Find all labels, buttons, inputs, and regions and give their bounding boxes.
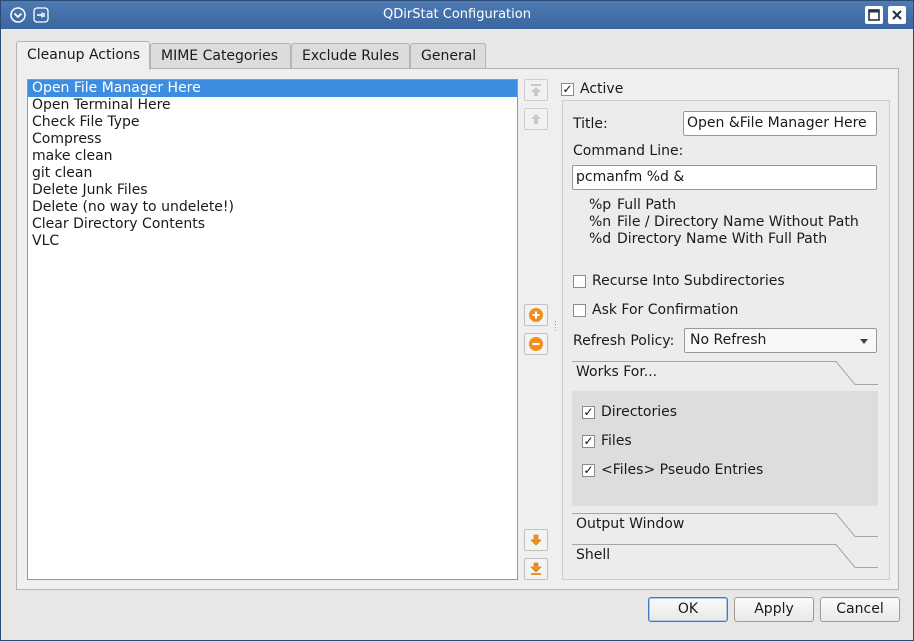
move-up-button[interactable] (524, 108, 548, 130)
tab-mime-categories[interactable]: MIME Categories (150, 43, 291, 69)
confirm-checkbox[interactable]: Ask For Confirmation (573, 302, 738, 318)
list-item[interactable]: make clean (28, 148, 517, 165)
refresh-policy-value: No Refresh (690, 332, 767, 348)
move-to-bottom-icon (530, 562, 542, 575)
move-down-icon (530, 534, 542, 546)
recurse-label: Recurse Into Subdirectories (592, 273, 785, 289)
active-checkbox[interactable]: ✓ Active (561, 79, 623, 99)
checkmark-icon: ✓ (582, 463, 595, 477)
list-item[interactable]: Delete Junk Files (28, 182, 517, 199)
directories-label: Directories (601, 404, 678, 420)
move-down-button[interactable] (524, 529, 548, 551)
move-to-bottom-button[interactable] (524, 558, 548, 580)
window-title: QDirStat Configuration (383, 7, 531, 22)
splitter-handle[interactable] (553, 319, 557, 339)
move-to-top-button[interactable] (524, 79, 548, 101)
title-label: Title: (573, 116, 608, 132)
refresh-policy-label: Refresh Policy: (573, 333, 675, 349)
checkmark-icon: ✓ (582, 405, 595, 419)
ok-button[interactable]: OK (648, 597, 728, 622)
remove-cleanup-button[interactable] (524, 333, 548, 355)
command-line-label: Command Line: (573, 143, 684, 159)
help-line-name: %n File / Directory Name Without Path (589, 214, 859, 230)
tab-cleanup-actions[interactable]: Cleanup Actions (16, 41, 150, 70)
checkbox-box (573, 274, 586, 288)
help-line-dir: %d Directory Name With Full Path (589, 231, 828, 247)
add-cleanup-button[interactable] (524, 304, 548, 326)
list-item[interactable]: Compress (28, 131, 517, 148)
title-field[interactable]: Open &File Manager Here (683, 111, 877, 136)
output-window-header[interactable]: Output Window (572, 513, 878, 537)
move-to-top-icon (531, 84, 541, 96)
checkbox-box (573, 303, 586, 317)
checkmark-icon: ✓ (582, 434, 595, 448)
shell-header[interactable]: Shell (572, 544, 878, 568)
dialog-window: QDirStat Configuration Cleanup Actions M… (0, 0, 914, 641)
list-item[interactable]: Delete (no way to undelete!) (28, 199, 517, 216)
confirm-label: Ask For Confirmation (592, 302, 739, 318)
cleanup-list[interactable]: Open File Manager Here Open Terminal Her… (27, 79, 518, 580)
refresh-policy-select[interactable]: No Refresh (684, 328, 877, 353)
recurse-checkbox[interactable]: Recurse Into Subdirectories (573, 273, 785, 289)
tab-general[interactable]: General (410, 43, 486, 69)
list-item[interactable]: Clear Directory Contents (28, 216, 517, 233)
help-line-path: %p Full Path (589, 197, 677, 213)
title-bar: QDirStat Configuration (1, 1, 913, 29)
cleanup-actions-pane: Open File Manager Here Open Terminal Her… (16, 68, 899, 590)
maximize-button[interactable] (865, 6, 883, 24)
command-line-field[interactable]: pcmanfm %d & (572, 165, 877, 190)
chevron-down-icon (860, 339, 868, 344)
remove-icon (529, 337, 543, 351)
apply-button[interactable]: Apply (734, 597, 814, 622)
checkmark-icon: ✓ (561, 82, 574, 96)
list-item[interactable]: Check File Type (28, 114, 517, 131)
list-item[interactable]: Open File Manager Here (28, 80, 517, 97)
files-label: Files (601, 433, 632, 449)
tab-exclude-rules[interactable]: Exclude Rules (291, 43, 410, 69)
add-icon (529, 308, 543, 322)
pseudo-entries-label: <Files> Pseudo Entries (601, 462, 764, 478)
active-label: Active (580, 81, 624, 97)
cancel-button[interactable]: Cancel (820, 597, 900, 622)
close-button[interactable] (888, 6, 906, 24)
works-for-header[interactable]: Works For... (572, 361, 878, 385)
pseudo-entries-checkbox[interactable]: ✓ <Files> Pseudo Entries (582, 462, 763, 478)
list-item[interactable]: VLC (28, 233, 517, 250)
list-item[interactable]: git clean (28, 165, 517, 182)
files-checkbox[interactable]: ✓ Files (582, 433, 632, 449)
move-up-icon (531, 114, 541, 124)
list-item[interactable]: Open Terminal Here (28, 97, 517, 114)
directories-checkbox[interactable]: ✓ Directories (582, 404, 677, 420)
